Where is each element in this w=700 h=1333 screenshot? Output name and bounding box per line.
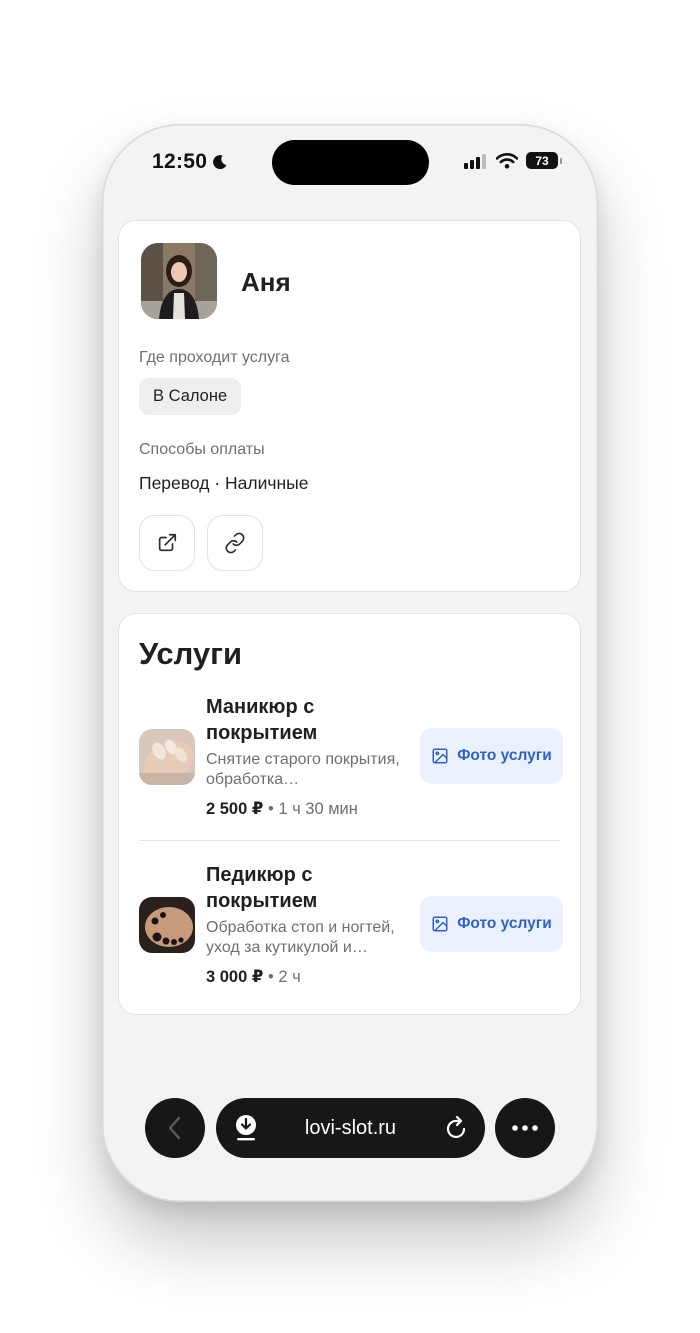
- browser-url: lovi-slot.ru: [304, 1116, 397, 1139]
- service-description: Обработка стоп и ногтей, уход за кутикул…: [206, 919, 395, 956]
- open-external-button[interactable]: [139, 515, 195, 571]
- phone-frame: 12:50 73 Аня Где проходит услуга В Салон…: [102, 124, 598, 1202]
- avatar: [141, 243, 217, 319]
- image-icon: [432, 748, 448, 764]
- status-time-text: 12:50: [152, 150, 208, 173]
- status-indicators: 73: [464, 152, 562, 169]
- download-icon[interactable]: [234, 1114, 258, 1142]
- reload-icon[interactable]: [445, 1115, 469, 1141]
- dot-separator: •: [267, 968, 279, 986]
- payment-methods-label: Способы оплаты: [139, 441, 265, 458]
- service-item[interactable]: Маникюр с покрытием Снятие старого покры…: [119, 694, 582, 844]
- service-description: Снятие старого покрытия, обработка…: [206, 751, 400, 788]
- service-duration: 1 ч 30 мин: [278, 800, 358, 818]
- service-place-label: Где проходит услуга: [139, 349, 290, 366]
- service-photo-button-label: Фото услуги: [457, 747, 552, 764]
- service-photo-button-label: Фото услуги: [457, 915, 552, 932]
- external-link-icon: [158, 533, 177, 552]
- browser-back-button[interactable]: [145, 1098, 205, 1158]
- service-thumbnail: [139, 729, 195, 785]
- browser-address-bar[interactable]: lovi-slot.ru: [216, 1098, 485, 1158]
- service-duration: 2 ч: [278, 968, 301, 986]
- service-thumbnail: [139, 897, 195, 953]
- dot-separator: •: [267, 800, 279, 818]
- browser-more-button[interactable]: [495, 1098, 555, 1158]
- more-dots-icon: [512, 1125, 538, 1131]
- profile-name: Аня: [241, 267, 291, 297]
- payment-methods-value: Перевод · Наличные: [139, 473, 309, 493]
- dynamic-island: [272, 140, 429, 185]
- cellular-signal-icon: [464, 153, 486, 169]
- service-photo-button[interactable]: Фото услуги: [420, 728, 563, 784]
- service-price-line: 3 000 ₽ • 2 ч: [206, 967, 301, 987]
- service-photo-button[interactable]: Фото услуги: [420, 896, 563, 952]
- service-name: Педикюр с покрытием: [206, 864, 318, 912]
- status-time: 12:50: [152, 150, 228, 174]
- service-price: 3 000 ₽: [206, 968, 264, 986]
- service-price-line: 2 500 ₽ • 1 ч 30 мин: [206, 799, 358, 819]
- wifi-icon: [496, 152, 518, 169]
- service-name: Маникюр с покрытием: [206, 696, 318, 744]
- battery-indicator: 73: [526, 152, 562, 169]
- image-icon: [432, 916, 448, 932]
- profile-card: Аня Где проходит услуга В Салоне Способы…: [118, 220, 581, 592]
- service-item[interactable]: Педикюр с покрытием Обработка стоп и ног…: [119, 862, 582, 1012]
- services-card: Услуги Маникюр с покрытием Снятие старог…: [118, 613, 581, 1015]
- moon-icon: [213, 155, 227, 170]
- link-icon: [225, 532, 245, 554]
- copy-link-button[interactable]: [207, 515, 263, 571]
- service-divider: [139, 840, 560, 841]
- service-price: 2 500 ₽: [206, 800, 264, 818]
- services-title: Услуги: [139, 636, 243, 671]
- service-place-chip: В Салоне: [139, 378, 242, 415]
- chevron-left-icon: [168, 1116, 181, 1140]
